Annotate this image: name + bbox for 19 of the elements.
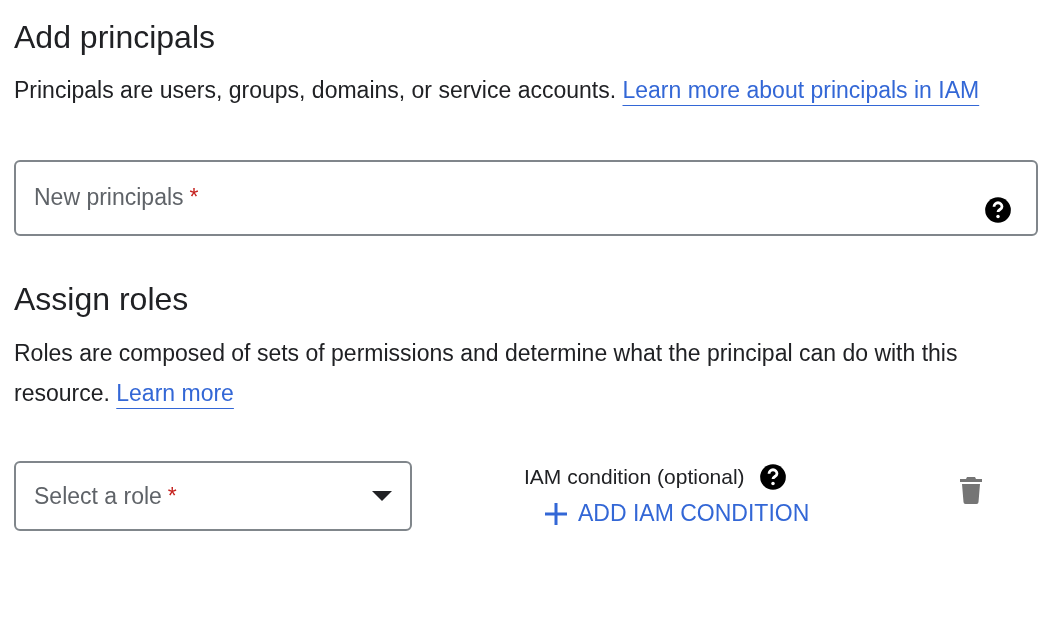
description: Roles are composed of sets of permissions and determine what the principal can do with this resource. Learn more [14, 338, 959, 408]
field-label: New principals [34, 184, 184, 211]
help-icon[interactable] [758, 462, 787, 491]
help-icon[interactable] [984, 196, 1012, 225]
learn-more-link[interactable]: Learn more about principals in IAM [622, 77, 980, 104]
condition-label: IAM condition (optional) [524, 463, 745, 490]
add-condition-button[interactable]: ADD IAM CONDITION [544, 496, 810, 531]
required-mark: * [189, 184, 199, 211]
required-mark: * [167, 482, 177, 509]
section-heading: Add principals [14, 18, 216, 57]
field-label: Select a role [34, 482, 162, 509]
delete-icon[interactable] [959, 475, 984, 504]
learn-more-link[interactable]: Learn more [116, 379, 234, 406]
role-select[interactable]: Select a role * [14, 460, 412, 531]
section-heading: Assign roles [14, 280, 190, 319]
description: Principals are users, groups, domains, or service accounts. Learn more about principals in IAM [14, 76, 981, 106]
dropdown-caret-icon [372, 490, 392, 501]
principals-input-field[interactable]: New principals * [14, 160, 1038, 237]
plus-icon [544, 501, 568, 526]
